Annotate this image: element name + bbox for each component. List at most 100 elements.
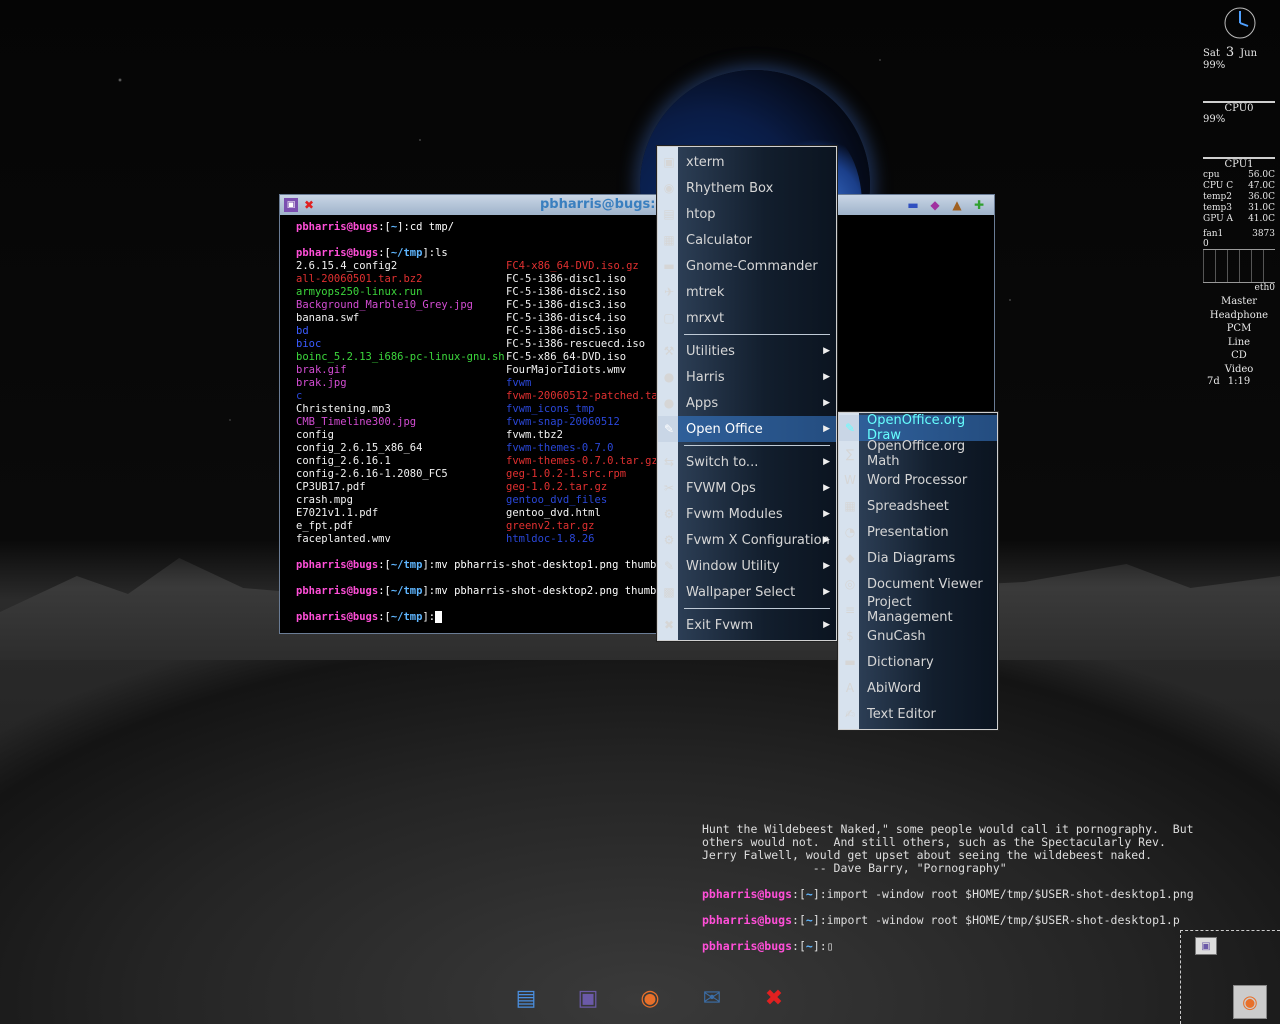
mixer-channel[interactable]: Video xyxy=(1203,363,1275,377)
root-menu-item-switch-to[interactable]: ⇆ Switch to... ▶ xyxy=(658,449,836,475)
file-entry[interactable]: brak.gif xyxy=(296,364,506,377)
openoffice-menu-item-abiword[interactable]: A AbiWord xyxy=(839,675,997,701)
file-entry[interactable]: bioc xyxy=(296,338,506,351)
window-menu-icon[interactable]: ▣ xyxy=(284,198,298,212)
root-menu-item-htop[interactable]: ▤ htop xyxy=(658,201,836,227)
terminal-icon[interactable]: ▣ xyxy=(570,980,606,1016)
menu-item-label: Switch to... xyxy=(686,454,759,470)
root-menu-item-utilities[interactable]: ⚒ Utilities ▶ xyxy=(658,338,836,364)
openoffice-menu-item-document-viewer[interactable]: ◎ Document Viewer xyxy=(839,571,997,597)
prompt-command: cd tmp/ xyxy=(409,221,455,233)
root-menu-item-gnome-commander[interactable]: ▬ Gnome-Commander xyxy=(658,253,836,279)
openoffice-menu-item-presentation[interactable]: ◔ Presentation xyxy=(839,519,997,545)
menu-item-label: Document Viewer xyxy=(867,576,983,592)
close-icon[interactable]: ✖ xyxy=(302,198,316,212)
openoffice-menu-item-gnucash[interactable]: $ GnuCash xyxy=(839,623,997,649)
file-entry[interactable]: config_2.6.16.1 xyxy=(296,455,506,468)
file-entry[interactable]: banana.swf xyxy=(296,312,506,325)
openoffice-menu-item-dictionary[interactable]: ▬ Dictionary xyxy=(839,649,997,675)
file-entry[interactable]: CMB_Timeline300.jpg xyxy=(296,416,506,429)
root-menu-item-window-utility[interactable]: ✎ Window Utility ▶ xyxy=(658,553,836,579)
shade-icon[interactable]: ◆ xyxy=(928,198,942,212)
fortune-line: others would not. And still others, such… xyxy=(702,835,1166,849)
close-icon[interactable]: ✖ xyxy=(756,980,792,1016)
prompt-user: pbharris@bugs xyxy=(296,221,379,233)
file-entry[interactable]: bd xyxy=(296,325,506,338)
file-entry[interactable]: 2.6.15.4_config2 xyxy=(296,260,506,273)
draw-icon: ✎ xyxy=(844,421,856,435)
root-menu-item-fvwm-ops[interactable]: ✂ FVWM Ops ▶ xyxy=(658,475,836,501)
openoffice-menu-item-openoffice-org-draw[interactable]: ✎ OpenOffice.org Draw xyxy=(839,413,997,443)
root-menu-item-rhythem-box[interactable]: ◉ Rhythem Box xyxy=(658,175,836,201)
root-menu-item-mtrek[interactable]: ✈ mtrek xyxy=(658,279,836,305)
root-menu-item-calculator[interactable]: ▦ Calculator xyxy=(658,227,836,253)
prompt-user: pbharris@bugs xyxy=(296,247,379,259)
root-menu-item-fvwm-x-configuration[interactable]: ⚙ Fvwm X Configuration ▶ xyxy=(658,527,836,553)
sensor-row: temp2 36.0C xyxy=(1203,192,1275,203)
root-menu[interactable]: ▣ xterm ◉ Rhythem Box ▤ htop ▦ Calculator ▬ Gnome… xyxy=(657,146,837,641)
file-entry[interactable]: armyops250-linux.run xyxy=(296,286,506,299)
openoffice-menu-item-word-processor[interactable]: W Word Processor xyxy=(839,467,997,493)
openoffice-submenu[interactable]: ✎ OpenOffice.org Draw ∑ OpenOffice.org Math… xyxy=(838,412,998,730)
openoffice-menu-item-spreadsheet[interactable]: ▦ Spreadsheet xyxy=(839,493,997,519)
file-entry[interactable]: config xyxy=(296,429,506,442)
gnucash-icon: $ xyxy=(846,629,854,643)
file-entry[interactable]: CP3UB17.pdf xyxy=(296,481,506,494)
desktop-pager[interactable]: ▣ ◉ xyxy=(1180,930,1280,1024)
openoffice-menu-item-text-editor[interactable]: ✍ Text Editor xyxy=(839,701,997,727)
pager-firefox-icon[interactable]: ◉ xyxy=(1233,985,1267,1019)
thunderbird-icon[interactable]: ✉ xyxy=(694,980,730,1016)
file-entry[interactable]: all-20060501.tar.bz2 xyxy=(296,273,506,286)
root-menu-item-xterm[interactable]: ▣ xterm xyxy=(658,149,836,175)
menu-item-label: Utilities xyxy=(686,343,735,359)
mixer-channel[interactable]: Master xyxy=(1203,295,1275,309)
redhat-icon: ● xyxy=(663,396,675,410)
file-entry[interactable]: E7021v1.1.pdf xyxy=(296,507,506,520)
file-entry[interactable]: faceplanted.wmv xyxy=(296,533,506,546)
file-entry[interactable]: config_2.6.15_x86_64 xyxy=(296,442,506,455)
submenu-arrow-icon: ▶ xyxy=(823,372,830,382)
openoffice-menu-item-project-management[interactable]: ≡ Project Management xyxy=(839,595,997,625)
root-menu-item-mrxvt[interactable]: ▢ mrxvt xyxy=(658,305,836,331)
prompt-dir: ~/tmp xyxy=(390,611,423,623)
root-menu-item-harris[interactable]: ● Harris ▶ xyxy=(658,364,836,390)
stick-icon[interactable]: ▲ xyxy=(950,198,964,212)
root-menu-item-fvwm-modules[interactable]: ⚙ Fvwm Modules ▶ xyxy=(658,501,836,527)
file-entry[interactable]: brak.jpg xyxy=(296,377,506,390)
menu-item-label: Fvwm Modules xyxy=(686,506,783,522)
maximize-icon[interactable]: ✚ xyxy=(972,198,986,212)
file-entry[interactable]: Background_Marble10_Grey.jpg xyxy=(296,299,506,312)
file-manager-icon[interactable]: ▤ xyxy=(508,980,544,1016)
minimize-icon[interactable]: ▬ xyxy=(906,198,920,212)
root-menu-item-exit-fvwm[interactable]: ✖ Exit Fvwm ▶ xyxy=(658,612,836,638)
prompt-line: pbharris@bugs:[~]:import -window root $H… xyxy=(702,887,1194,901)
file-entry[interactable]: crash.mpg xyxy=(296,494,506,507)
terminal-titlebar[interactable]: ▣ ✖ pbharris@bugs: ▬ ◆ ▲ ✚ xyxy=(280,195,994,215)
file-entry[interactable]: e_fpt.pdf xyxy=(296,520,506,533)
file-entry[interactable]: boinc_5.2.13_i686-pc-linux-gnu.sh xyxy=(296,351,506,364)
openoffice-menu-item-dia-diagrams[interactable]: ◆ Dia Diagrams xyxy=(839,545,997,571)
diagram-icon: ◆ xyxy=(845,551,855,565)
volume-mixer[interactable]: Master Headphone PCM Line CD Video xyxy=(1203,295,1275,376)
root-menu-item-apps[interactable]: ● Apps ▶ xyxy=(658,390,836,416)
file-entry[interactable]: c xyxy=(296,390,506,403)
ls-column: 2.6.15.4_config2 all-20060501.tar.bz2 army… xyxy=(296,260,506,546)
file-entry[interactable]: config-2.6.16-1.2080_FC5 xyxy=(296,468,506,481)
openoffice-menu-item-openoffice-org-math[interactable]: ∑ OpenOffice.org Math xyxy=(839,439,997,469)
application-dock[interactable]: ▤ ▣ ◉ ✉ ✖ xyxy=(508,980,792,1016)
mixer-channel[interactable]: CD xyxy=(1203,349,1275,363)
menu-item-label: Spreadsheet xyxy=(867,498,949,514)
prompt-user: pbharris@bugs xyxy=(296,559,379,571)
desktop-terminal-output[interactable]: Hunt the Wildebeest Naked," some people … xyxy=(702,822,1262,953)
fortune-line: Hunt the Wildebeest Naked," some people … xyxy=(702,822,1194,836)
menu-item-label: mrxvt xyxy=(686,310,725,326)
pager-window-icon[interactable]: ▣ xyxy=(1195,937,1217,955)
file-entry[interactable]: Christening.mp3 xyxy=(296,403,506,416)
root-menu-item-open-office[interactable]: ✎ Open Office ▶ xyxy=(658,416,836,442)
firefox-icon[interactable]: ◉ xyxy=(632,980,668,1016)
mixer-channel[interactable]: PCM xyxy=(1203,322,1275,336)
net-label: eth0 xyxy=(1254,283,1275,293)
mixer-channel[interactable]: Headphone xyxy=(1203,309,1275,323)
root-menu-item-wallpaper-select[interactable]: ▩ Wallpaper Select ▶ xyxy=(658,579,836,605)
mixer-channel[interactable]: Line xyxy=(1203,336,1275,350)
